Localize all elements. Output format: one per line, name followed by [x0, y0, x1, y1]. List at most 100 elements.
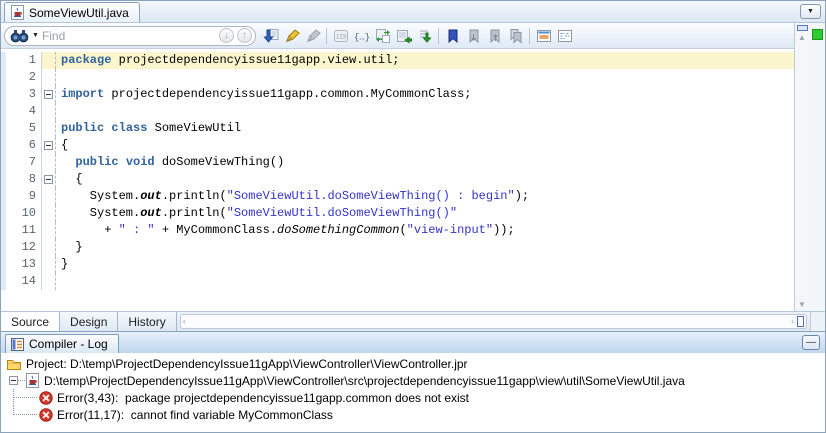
fold-margin: [42, 222, 56, 239]
search-arrow-icon[interactable]: [260, 25, 281, 46]
fold-margin: [42, 137, 56, 154]
scroll-down-icon[interactable]: ▼: [796, 298, 809, 311]
tree-expander-icon[interactable]: [9, 376, 18, 385]
tab-history-label: History: [128, 314, 166, 329]
compiler-log-body: Project: D:\temp\ProjectDependencyIssue1…: [1, 353, 825, 432]
find-options-dropdown-icon[interactable]: ▼: [32, 32, 39, 39]
code-editor[interactable]: 1 package projectdependencyissue11gapp.vi…: [1, 49, 794, 311]
error-icon: [39, 407, 53, 422]
fold-toggle[interactable]: [44, 175, 53, 184]
line-number: 3: [6, 86, 42, 103]
indent-icon[interactable]: [393, 25, 414, 46]
toolbar-icon-group: 123 {…}: [260, 25, 575, 46]
line-number: 2: [6, 69, 42, 86]
code-line[interactable]: 8 {: [1, 171, 794, 188]
code-line[interactable]: 10 System.out.println("SomeViewUtil.doSo…: [1, 205, 794, 222]
chevron-down-icon: ▼: [807, 8, 814, 15]
code-line[interactable]: 2: [1, 69, 794, 86]
clear-bookmarks-icon[interactable]: [505, 25, 526, 46]
code-line[interactable]: 4: [1, 103, 794, 120]
console-window-icon[interactable]: [533, 25, 554, 46]
find-input[interactable]: [41, 28, 216, 43]
log-row-text: Error(11,17): cannot find variable MyCom…: [57, 407, 333, 422]
tree-connector: [13, 406, 39, 423]
code-line[interactable]: 11 + " : " + MyCommonClass.doSomethingCo…: [1, 222, 794, 239]
compiler-log-tab[interactable]: Compiler - Log: [5, 334, 119, 353]
code-line[interactable]: 3 import projectdependencyissue11gapp.com…: [1, 86, 794, 103]
tab-history[interactable]: History: [118, 312, 177, 331]
fold-margin: [42, 273, 56, 290]
status-ok-indicator[interactable]: [811, 29, 823, 40]
editor-tab-someviewutil[interactable]: SomeViewUtil.java: [4, 2, 140, 22]
compiler-log-titlebar: Compiler - Log —: [1, 331, 825, 353]
code-text: System.out.println("SomeViewUtil.doSomeV…: [61, 189, 530, 203]
editor-tabbar: SomeViewUtil.java ▼: [1, 1, 825, 23]
find-next-button[interactable]: ↓: [219, 28, 234, 43]
scroll-up-icon[interactable]: ▲: [796, 31, 809, 44]
minimize-icon: —: [806, 336, 816, 348]
log-row[interactable]: D:\temp\ProjectDependencyIssue11gApp\Vie…: [1, 372, 825, 389]
error-icon: [39, 390, 53, 405]
horizontal-scroll-thumb[interactable]: [797, 316, 804, 327]
log-list-icon: [10, 337, 25, 352]
tab-list-dropdown-button[interactable]: ▼: [800, 4, 821, 19]
line-number: 13: [6, 256, 42, 273]
line-number: 1: [6, 52, 42, 69]
fold-margin: [42, 171, 56, 188]
tab-design[interactable]: Design: [60, 312, 119, 331]
line-number: 14: [6, 273, 42, 290]
code-text: System.out.println("SomeViewUtil.doSomeV…: [61, 206, 458, 220]
next-bookmark-icon[interactable]: [463, 25, 484, 46]
tab-source[interactable]: Source: [1, 312, 61, 331]
fold-margin: [42, 256, 56, 273]
folder-icon: [6, 357, 22, 371]
fold-toggle[interactable]: [44, 141, 53, 150]
chevron-right-icon[interactable]: ›: [791, 317, 794, 326]
line-number: 11: [6, 222, 42, 239]
highlighter-icon[interactable]: [281, 25, 302, 46]
log-row-text: D:\temp\ProjectDependencyIssue11gApp\Vie…: [44, 373, 685, 388]
replace-icon[interactable]: [372, 25, 393, 46]
bookmark-icon[interactable]: [442, 25, 463, 46]
arrow-down-icon: ↓: [224, 29, 229, 41]
code-line[interactable]: 1 package projectdependencyissue11gapp.vi…: [1, 52, 794, 69]
svg-text:123: 123: [335, 34, 346, 40]
braces-icon[interactable]: {…}: [351, 25, 372, 46]
previous-bookmark-icon[interactable]: [484, 25, 505, 46]
log-row[interactable]: Error(11,17): cannot find variable MyCom…: [1, 406, 825, 423]
preview-window-icon[interactable]: [554, 25, 575, 46]
find-previous-button[interactable]: ↑: [237, 28, 252, 43]
find-toolbar: ▼ ↓ ↑ 123 {…}: [1, 23, 794, 49]
fold-margin: [42, 205, 56, 222]
code-status-column: [809, 23, 825, 311]
code-line[interactable]: 6{: [1, 137, 794, 154]
code-line[interactable]: 14: [1, 273, 794, 290]
minimize-panel-button[interactable]: —: [802, 335, 820, 350]
editor-vertical-scrollbar[interactable]: ▲ ▼: [794, 23, 809, 311]
code-line[interactable]: 5 public class SomeViewUtil: [1, 120, 794, 137]
code-line[interactable]: 13}: [1, 256, 794, 273]
log-row[interactable]: Error(3,43): package projectdependencyis…: [1, 389, 825, 406]
fold-margin: [42, 239, 56, 256]
chevron-left-icon[interactable]: ‹: [183, 317, 186, 326]
goto-last-edit-icon[interactable]: [414, 25, 435, 46]
jdeveloper-window: SomeViewUtil.java ▼ ▼ ↓ ↑ 123 {…} 1packag…: [0, 0, 826, 433]
line-number: 8: [6, 171, 42, 188]
code-text: {: [61, 138, 69, 152]
code-text: public class SomeViewUtil: [61, 121, 242, 135]
fold-margin: [42, 120, 56, 137]
fold-margin: [42, 103, 56, 120]
highlighter-disabled-icon[interactable]: [302, 25, 323, 46]
log-row[interactable]: Project: D:\temp\ProjectDependencyIssue1…: [1, 355, 825, 372]
number-list-icon[interactable]: 123: [330, 25, 351, 46]
code-line[interactable]: 12 }: [1, 239, 794, 256]
code-line[interactable]: 7 public void doSomeViewThing(): [1, 154, 794, 171]
binoculars-icon[interactable]: [10, 29, 29, 43]
fold-toggle[interactable]: [44, 90, 53, 99]
editor-horizontal-scrollbar[interactable]: ‹ ›: [179, 314, 807, 329]
code-text: {: [61, 172, 83, 186]
code-line[interactable]: 9 System.out.println("SomeViewUtil.doSom…: [1, 188, 794, 205]
compiler-log-tab-label: Compiler - Log: [29, 337, 108, 351]
